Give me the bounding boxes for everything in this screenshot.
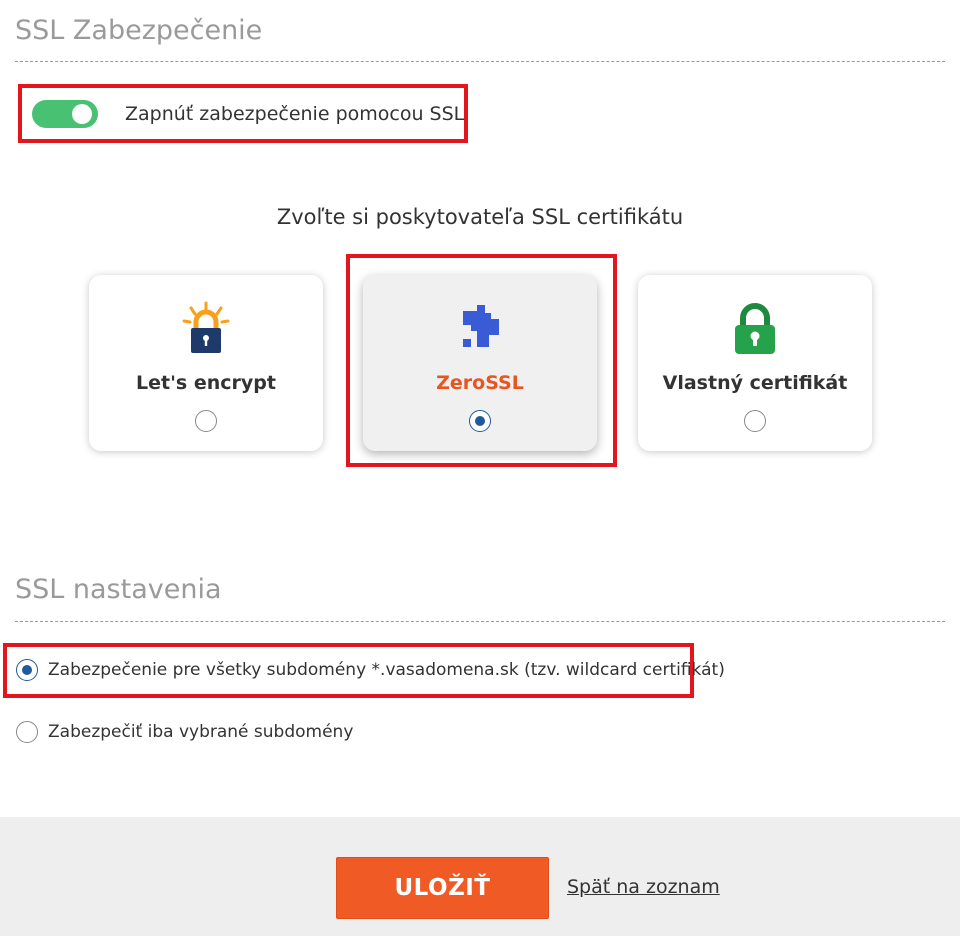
back-to-list-link[interactable]: Späť na zoznam	[567, 876, 720, 898]
option-label: Zabezpečenie pre všetky subdomény *.vasa…	[48, 660, 725, 680]
provider-card-label: Let's encrypt	[136, 372, 276, 394]
provider-title: Zvoľte si poskytovateľa SSL certifikátu	[276, 205, 684, 229]
provider-card-label: Vlastný certifikát	[662, 372, 848, 394]
footer-bar: ULOŽIŤ Späť na zoznam	[0, 817, 960, 936]
section-divider	[15, 61, 945, 62]
ssl-toggle-row[interactable]: Zapnúť zabezpečenie pomocou SSL	[32, 100, 464, 128]
save-button[interactable]: ULOŽIŤ	[336, 857, 549, 919]
option-radio-selected[interactable]	[16, 721, 38, 743]
provider-card-zerossl[interactable]: ZeroSSL	[363, 275, 597, 451]
option-radio-wildcard[interactable]	[16, 659, 38, 681]
provider-radio-lets-encrypt[interactable]	[195, 410, 217, 432]
lets-encrypt-lock-icon	[182, 301, 230, 353]
provider-card-custom[interactable]: Vlastný certifikát	[638, 275, 872, 451]
section-divider	[15, 621, 945, 622]
zerossl-puzzle-icon	[463, 305, 499, 347]
ssl-section-title: SSL Zabezpečenie	[15, 15, 263, 46]
ssl-toggle-switch[interactable]	[32, 100, 98, 128]
settings-section-title: SSL nastavenia	[15, 574, 222, 605]
option-wildcard[interactable]: Zabezpečenie pre všetky subdomény *.vasa…	[16, 659, 725, 681]
option-selected-subdomains[interactable]: Zabezpečiť iba vybrané subdomény	[16, 721, 353, 743]
option-label: Zabezpečiť iba vybrané subdomény	[48, 722, 354, 742]
provider-radio-zerossl[interactable]	[469, 410, 491, 432]
provider-card-lets-encrypt[interactable]: Let's encrypt	[89, 275, 323, 451]
ssl-toggle-label: Zapnúť zabezpečenie pomocou SSL	[125, 103, 465, 125]
provider-card-label: ZeroSSL	[436, 372, 524, 394]
toggle-knob	[72, 104, 92, 124]
padlock-icon	[735, 303, 775, 354]
provider-radio-custom[interactable]	[744, 410, 766, 432]
